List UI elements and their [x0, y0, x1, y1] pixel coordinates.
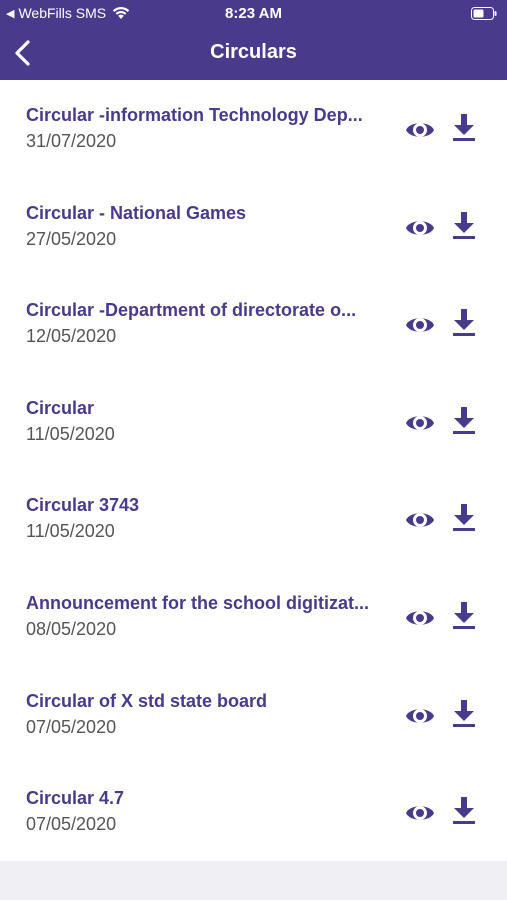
download-icon [453, 406, 475, 434]
circular-title: Circular 4.7 [26, 788, 125, 809]
eye-icon [406, 415, 434, 430]
download-button[interactable] [450, 111, 478, 143]
header: ◀ WebFills SMS 8:23 AM Circulars [0, 0, 507, 80]
eye-icon [406, 220, 434, 235]
circular-row[interactable]: Circular - National Games 27/05/2020 [0, 178, 507, 276]
circular-date: 08/05/2020 [26, 618, 117, 639]
eye-icon [406, 708, 434, 723]
circular-title: Circular -Department of directorate o... [26, 300, 357, 321]
download-icon [453, 114, 475, 141]
circular-title: Circular 3743 [26, 495, 140, 516]
circular-date: 11/05/2020 [26, 521, 115, 542]
circular-text: Circular -Department of directorate o...… [26, 299, 381, 347]
eye-icon [406, 513, 434, 528]
eye-icon [406, 318, 434, 333]
circular-text: Circular 4.7 07/05/2020 [26, 787, 381, 835]
download-button[interactable] [450, 306, 478, 338]
circular-title: Circular [26, 397, 95, 418]
download-button[interactable] [450, 209, 478, 241]
circular-title: Circular of X std state board [26, 690, 268, 711]
view-button[interactable] [404, 309, 436, 341]
circular-text: Circular - National Games 27/05/2020 [26, 202, 381, 250]
view-button[interactable] [404, 602, 436, 634]
circular-row[interactable]: Circular 3743 11/05/2020 [0, 470, 507, 568]
download-button[interactable] [450, 404, 478, 436]
circular-date: 12/05/2020 [26, 326, 117, 347]
circular-title: Announcement for the school digitizat... [26, 592, 370, 613]
view-button[interactable] [404, 212, 436, 244]
circular-row[interactable]: Circular of X std state board 07/05/2020 [0, 666, 507, 764]
download-button[interactable] [450, 697, 478, 729]
nav-bar: Circulars [0, 28, 507, 80]
circular-row[interactable]: Circular -information Technology Dep... … [0, 80, 507, 178]
circular-row[interactable]: Circular -Department of directorate o...… [0, 275, 507, 373]
battery-icon [471, 7, 497, 20]
page-title: Circulars [210, 41, 297, 63]
circular-row[interactable]: Circular 11/05/2020 [0, 373, 507, 471]
status-time: 8:23 AM [225, 5, 282, 22]
view-button[interactable] [404, 407, 436, 439]
eye-icon [406, 610, 434, 625]
download-icon [453, 309, 475, 337]
view-button[interactable] [404, 504, 436, 536]
status-bar: ◀ WebFills SMS 8:23 AM [0, 0, 507, 28]
circular-text: Circular of X std state board 07/05/2020 [26, 690, 381, 738]
view-button[interactable] [404, 114, 436, 146]
circular-row[interactable]: Announcement for the school digitizat...… [0, 568, 507, 666]
download-icon [453, 504, 475, 532]
circular-text: Circular 3743 11/05/2020 [26, 494, 381, 542]
view-button[interactable] [404, 700, 436, 732]
download-icon [453, 699, 475, 727]
download-icon [453, 797, 475, 825]
circular-date: 07/05/2020 [26, 814, 117, 835]
circular-date: 27/05/2020 [26, 228, 117, 249]
view-button[interactable] [404, 797, 436, 829]
eye-icon [406, 806, 434, 821]
circular-list: Circular -information Technology Dep... … [0, 80, 507, 861]
download-button[interactable] [450, 794, 478, 826]
circular-date: 11/05/2020 [26, 423, 115, 444]
eye-icon [406, 123, 434, 137]
download-button[interactable] [450, 501, 478, 533]
circular-title: Circular -information Technology Dep... [26, 105, 363, 125]
circular-title: Circular - National Games [26, 202, 247, 223]
circular-date: 07/05/2020 [26, 716, 117, 737]
download-icon [453, 211, 475, 239]
circular-text: Announcement for the school digitizat...… [26, 592, 381, 640]
circular-date: 31/07/2020 [26, 131, 117, 151]
download-icon [453, 601, 475, 629]
download-button[interactable] [450, 599, 478, 631]
circular-row[interactable]: Circular 4.7 07/05/2020 [0, 763, 507, 861]
circular-text: Circular -information Technology Dep... … [26, 104, 381, 152]
circular-text: Circular 11/05/2020 [26, 397, 381, 445]
